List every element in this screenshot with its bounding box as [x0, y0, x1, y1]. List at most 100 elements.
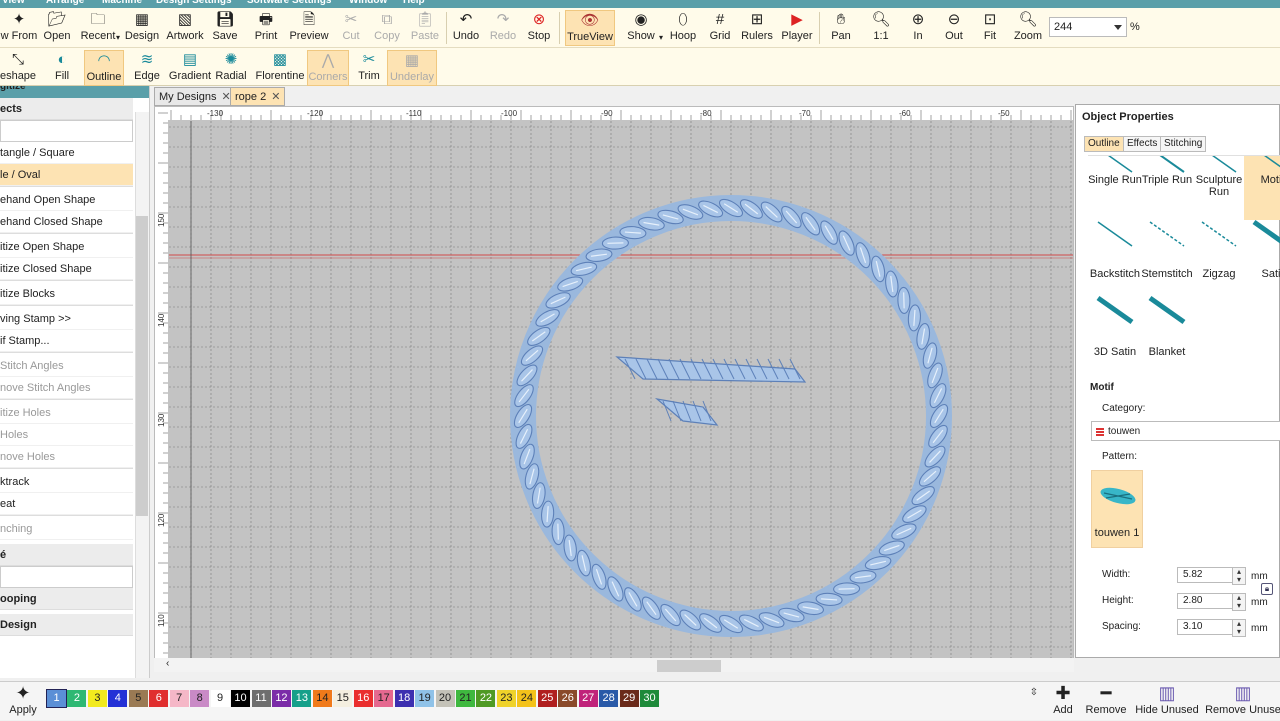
zoom-value[interactable]: 244: [1054, 21, 1072, 33]
thread-swatch[interactable]: 6: [149, 690, 168, 707]
thread-swatch[interactable]: 28: [599, 690, 618, 707]
zoom-button[interactable]: 🔍︎Zoom: [1010, 10, 1046, 46]
thread-swatch[interactable]: 23: [497, 690, 516, 707]
copy-button[interactable]: ⧉Copy: [372, 10, 402, 46]
thread-swatch[interactable]: 27: [579, 690, 598, 707]
florentine-button[interactable]: ▩Florentine: [254, 50, 306, 86]
stitch-type-single-run[interactable]: Single Run: [1088, 155, 1142, 220]
list-item[interactable]: nove Stitch Angles: [0, 377, 133, 399]
thread-swatch[interactable]: 26: [558, 690, 577, 707]
hoop-button[interactable]: ⬯Hoop: [666, 10, 700, 46]
thread-swatch[interactable]: 5: [129, 690, 148, 707]
menu-help[interactable]: Help: [403, 0, 425, 6]
list-item[interactable]: le / Oval: [0, 164, 133, 186]
rulers-button[interactable]: ⊞Rulers: [740, 10, 774, 46]
thread-swatch[interactable]: 1: [47, 690, 66, 707]
stop-button[interactable]: ⊗Stop: [523, 10, 555, 46]
trim-button[interactable]: ✂Trim: [354, 50, 384, 86]
tab-my-designs[interactable]: My Designs✕: [154, 87, 236, 106]
list-item[interactable]: ehand Open Shape: [0, 189, 133, 211]
tab-rope-2[interactable]: rope 2✕: [230, 87, 285, 106]
width-input[interactable]: 5.82: [1177, 567, 1233, 583]
print-button[interactable]: 🖶Print: [251, 10, 281, 46]
cut-button[interactable]: ✂Cut: [336, 10, 366, 46]
list-item[interactable]: nove Holes: [0, 446, 133, 468]
tab-stitching[interactable]: Stitching: [1160, 136, 1206, 152]
section-header[interactable]: é: [0, 544, 133, 566]
artwork-button[interactable]: ▧Artwork: [164, 10, 206, 46]
left-panel-scroll-thumb[interactable]: [136, 216, 148, 516]
stitch-type-zigzag[interactable]: Zigzag: [1192, 224, 1246, 300]
list-item[interactable]: nching: [0, 518, 133, 540]
thread-swatch[interactable]: 29: [620, 690, 639, 707]
horizontal-scroll-thumb[interactable]: [657, 660, 721, 672]
thread-swatch[interactable]: 20: [436, 690, 455, 707]
list-item[interactable]: eat: [0, 493, 133, 515]
underlay-button[interactable]: ▦Underlay: [387, 50, 437, 86]
list-item[interactable]: itize Blocks: [0, 283, 133, 305]
list-item[interactable]: Holes: [0, 424, 133, 446]
panel-field[interactable]: [0, 566, 133, 588]
add-button[interactable]: ✚Add: [1050, 682, 1076, 721]
undo-button[interactable]: ↶Undo: [450, 10, 482, 46]
thread-swatch[interactable]: 7: [170, 690, 189, 707]
spacing-input[interactable]: 3.10: [1177, 619, 1233, 635]
pattern-tile[interactable]: touwen 1: [1091, 470, 1143, 548]
open-button[interactable]: 📂︎Open: [40, 10, 74, 46]
list-item[interactable]: itize Closed Shape: [0, 258, 133, 280]
edge-button[interactable]: ≋Edge: [130, 50, 164, 86]
gradient-button[interactable]: ▤Gradient: [168, 50, 212, 86]
list-item[interactable]: if Stamp...: [0, 330, 133, 352]
thread-swatch[interactable]: 13: [292, 690, 311, 707]
design-button[interactable]: ▦Design: [124, 10, 160, 46]
menu-software-settings[interactable]: Software Settings: [247, 0, 331, 6]
out-button[interactable]: ⊖Out: [939, 10, 969, 46]
thread-swatch[interactable]: 16: [354, 690, 373, 707]
apply-button[interactable]: ✦Apply: [6, 682, 40, 721]
thread-swatch[interactable]: 21: [456, 690, 475, 707]
radial-button[interactable]: ✺Radial: [214, 50, 248, 86]
section-header[interactable]: Design: [0, 614, 133, 636]
panel-field[interactable]: [0, 120, 133, 142]
thread-swatch[interactable]: 30: [640, 690, 659, 707]
player-button[interactable]: ▶Player: [779, 10, 815, 46]
w-from-button[interactable]: ✦w From: [0, 10, 38, 46]
redo-button[interactable]: ↷Redo: [486, 10, 520, 46]
scroll-left-icon[interactable]: ‹: [166, 658, 169, 669]
palette-scroll[interactable]: ⇳: [1026, 682, 1042, 721]
thread-swatch[interactable]: 9: [211, 690, 230, 707]
thread-swatch[interactable]: 4: [108, 690, 127, 707]
trueview-button[interactable]: 👁︎TrueView: [565, 10, 615, 46]
menu-machine[interactable]: Machine: [102, 0, 142, 6]
thread-swatch[interactable]: 25: [538, 690, 557, 707]
thread-swatch[interactable]: 11: [252, 690, 271, 707]
section-header[interactable]: ooping: [0, 588, 133, 610]
stitch-type-triple-run[interactable]: Triple Run: [1140, 155, 1194, 220]
tab-outline[interactable]: Outline: [1084, 136, 1124, 152]
zoom-combo[interactable]: 244: [1049, 17, 1127, 37]
fit-button[interactable]: ⊡Fit: [975, 10, 1005, 46]
thread-swatch[interactable]: 10: [231, 690, 250, 707]
thread-swatch[interactable]: 17: [374, 690, 393, 707]
list-item[interactable]: ktrack: [0, 471, 133, 493]
thread-swatch[interactable]: 3: [88, 690, 107, 707]
category-select[interactable]: touwen: [1091, 421, 1280, 441]
eshape-button[interactable]: ⤡eshape: [0, 50, 36, 86]
height-input[interactable]: 2.80: [1177, 593, 1233, 609]
hide-unused-button[interactable]: ▥Hide Unused: [1136, 682, 1198, 721]
horizontal-scrollbar[interactable]: ‹: [154, 658, 1074, 672]
thread-swatch[interactable]: 14: [313, 690, 332, 707]
list-item[interactable]: itize Open Shape: [0, 236, 133, 258]
remove-button[interactable]: ━Remove: [1086, 682, 1126, 721]
paste-button[interactable]: 📋︎Paste: [408, 10, 442, 46]
pan-button[interactable]: ✋︎Pan: [826, 10, 856, 46]
stitch-type-3d-satin[interactable]: 3D Satin: [1088, 300, 1142, 376]
canvas-svg[interactable]: -130-120-110-100-90-80-70-60-50150140130…: [155, 107, 1074, 670]
stitch-type-backstitch[interactable]: Backstitch: [1088, 224, 1142, 300]
stitch-type-blanket[interactable]: Blanket: [1140, 300, 1194, 376]
list-item[interactable]: tangle / Square: [0, 142, 133, 164]
thread-swatch[interactable]: 2: [67, 690, 86, 707]
stitch-type-sati[interactable]: Sati: [1244, 224, 1280, 300]
stitch-type-sculpture-run[interactable]: Sculpture Run: [1192, 155, 1246, 220]
thread-swatch[interactable]: 8: [190, 690, 209, 707]
